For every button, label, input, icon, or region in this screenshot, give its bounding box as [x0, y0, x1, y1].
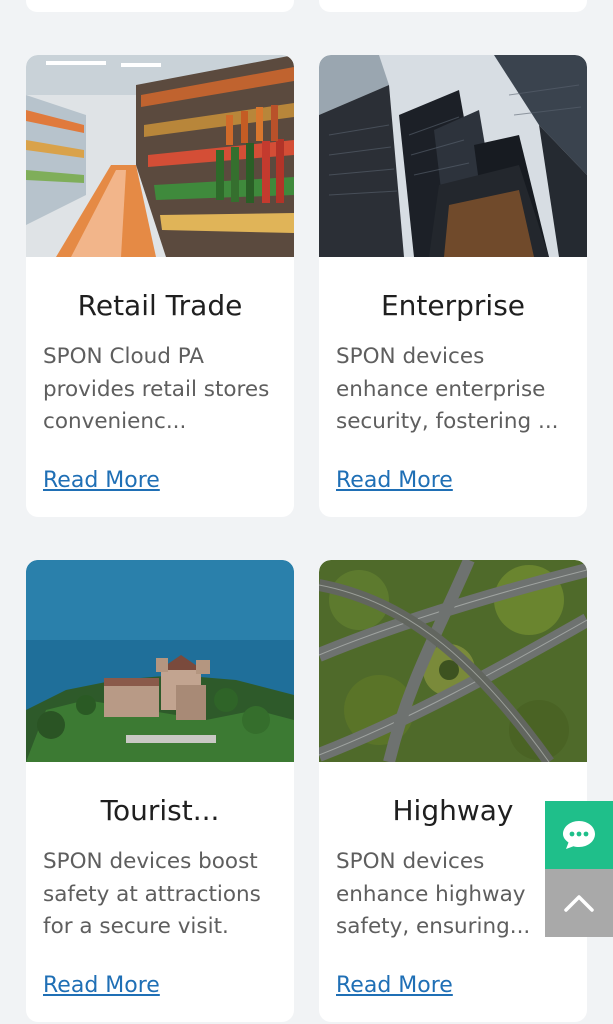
- card-title: Enterprise: [380, 289, 526, 322]
- card-title: Highway: [392, 794, 514, 827]
- card-description: SPON Cloud PA provides retail stores con…: [43, 344, 270, 434]
- card-title: Tourist...: [100, 794, 220, 827]
- card-description: SPON devices enhance highway safety, ens…: [336, 849, 531, 939]
- supermarket-aisle-image: [26, 55, 294, 257]
- solutions-page: Retail Trade SPON Cloud PA provides reta…: [0, 0, 613, 1024]
- solution-card-tourist[interactable]: Tourist... SPON devices boost safety at …: [26, 560, 294, 1022]
- solution-card-enterprise[interactable]: Enterprise SPON devices enhance enterpri…: [319, 55, 587, 517]
- office-skyscrapers-image: [319, 55, 587, 257]
- chat-button[interactable]: [545, 801, 613, 869]
- back-to-top-button[interactable]: [545, 869, 613, 937]
- card-description: SPON devices enhance enterprise security…: [336, 344, 559, 434]
- previous-card-bottom: [26, 0, 294, 12]
- chevron-up-icon: [564, 895, 594, 912]
- read-more-link[interactable]: Read More: [43, 973, 160, 998]
- read-more-link[interactable]: Read More: [336, 973, 453, 998]
- read-more-link[interactable]: Read More: [336, 468, 453, 493]
- chat-bubble-icon: [563, 821, 595, 849]
- highway-interchange-image: [319, 560, 587, 762]
- lakeside-castle-image: [26, 560, 294, 762]
- solution-card-retail[interactable]: Retail Trade SPON Cloud PA provides reta…: [26, 55, 294, 517]
- card-description: SPON devices boost safety at attractions…: [43, 849, 261, 939]
- solution-card-highway[interactable]: Highway SPON devices enhance highway saf…: [319, 560, 587, 1022]
- read-more-link[interactable]: Read More: [43, 468, 160, 493]
- previous-card-bottom: [319, 0, 587, 12]
- card-title: Retail Trade: [77, 289, 243, 322]
